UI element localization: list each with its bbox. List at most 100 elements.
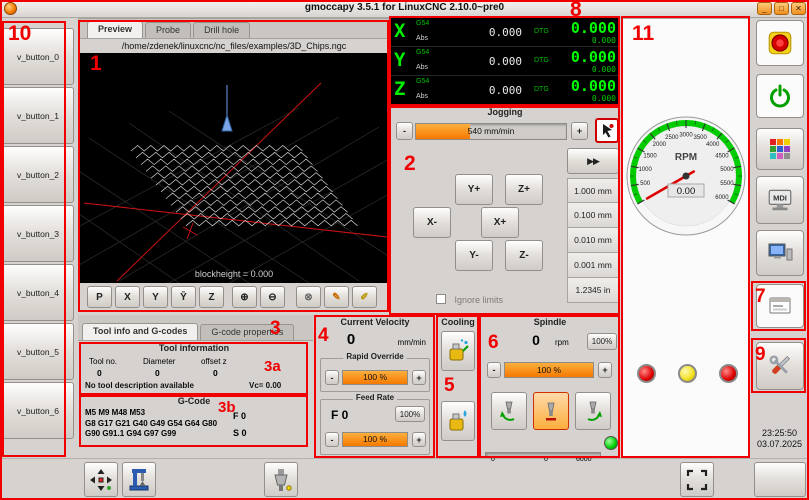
mist-coolant-icon xyxy=(446,338,470,364)
scale-current-label: 0 xyxy=(544,456,548,463)
dtg-value: 0.000 xyxy=(592,36,616,45)
scale-max-label: 6000 xyxy=(576,456,592,463)
view-y-button[interactable]: Y xyxy=(143,286,168,308)
axis-letter: Z xyxy=(394,78,405,100)
power-icon xyxy=(767,83,793,109)
feed-minus-button[interactable]: - xyxy=(325,432,339,447)
feed-plus-button[interactable]: + xyxy=(412,432,426,447)
main-value: 0.000 xyxy=(571,48,616,66)
spindle-pct-button[interactable]: 100% xyxy=(587,333,617,350)
status-led-yellow xyxy=(678,364,697,383)
coord-system-label: G54 xyxy=(416,49,429,56)
tab-preview[interactable]: Preview xyxy=(87,21,143,38)
left-button-0[interactable]: v_button_0 xyxy=(2,28,74,85)
mist-button[interactable] xyxy=(441,331,475,371)
gcode-line-1: G8 G17 G21 G40 G49 G54 G64 G80 xyxy=(85,419,217,430)
tab-gcode-properties[interactable]: G-code properties xyxy=(200,324,294,340)
view-y2-button[interactable]: Ȳ xyxy=(171,286,196,308)
rapid-override-bar[interactable]: 100 % xyxy=(342,370,408,385)
jog-increment-4[interactable]: 1.2345 in xyxy=(567,278,619,303)
bottom-spacer-button[interactable] xyxy=(754,462,806,497)
jog-increment-0[interactable]: 1.000 mm xyxy=(567,178,619,203)
vc-value: Vc= 0.00 xyxy=(249,381,281,390)
tab-probe[interactable]: Probe xyxy=(145,22,191,38)
jog-y-plus-button[interactable]: Y+ xyxy=(455,174,493,205)
ignore-limits-checkbox[interactable]: Ignore limits xyxy=(436,290,503,308)
fast-forward-icon[interactable]: ▶▶ xyxy=(567,148,619,174)
feed-rate-title: Feed Rate xyxy=(353,393,397,402)
view-p-button[interactable]: P xyxy=(87,286,112,308)
jog-x-plus-button[interactable]: X+ xyxy=(481,207,519,238)
maximize-icon[interactable]: □ xyxy=(774,2,789,15)
svg-text:2500: 2500 xyxy=(665,135,679,141)
left-button-4[interactable]: v_button_4 xyxy=(2,264,74,321)
close-icon[interactable]: ✕ xyxy=(791,2,806,15)
jog-x-minus-button[interactable]: X- xyxy=(413,207,451,238)
jog-speed-minus-button[interactable]: - xyxy=(396,122,413,140)
clear-plot-icon[interactable]: ⊗ xyxy=(296,286,321,308)
jog-mode-button[interactable] xyxy=(595,118,619,143)
edit-icon[interactable]: ✎ xyxy=(324,286,349,308)
left-button-5[interactable]: v_button_5 xyxy=(2,323,74,380)
jog-speed-bar[interactable]: 540 mm/min xyxy=(415,123,567,140)
block-height-button[interactable] xyxy=(122,462,156,497)
zoom-in-icon[interactable]: ⊕ xyxy=(232,286,257,308)
brush-icon[interactable]: ✐ xyxy=(352,286,377,308)
spindle-stop-button[interactable] xyxy=(533,392,569,430)
settings-button[interactable] xyxy=(756,342,804,390)
rapid-override-title: Rapid Override xyxy=(343,352,406,361)
dtg-label: DTG xyxy=(534,86,549,93)
rapid-plus-button[interactable]: + xyxy=(412,370,426,385)
machine-view-button[interactable] xyxy=(756,230,804,276)
preview-3d-canvas[interactable]: blockheight = 0.000 xyxy=(79,53,389,283)
jog-increment-2[interactable]: 0.010 mm xyxy=(567,228,619,253)
dro-row-x[interactable]: X G54 Abs 0.000 DTG 0.000 0.000 xyxy=(390,18,620,47)
spindle-left-button[interactable] xyxy=(491,392,527,430)
jog-increment-3[interactable]: 0.001 mm xyxy=(567,253,619,278)
jog-z-minus-button[interactable]: Z- xyxy=(505,240,543,271)
spindle-minus-button[interactable]: - xyxy=(487,362,501,378)
tab-tool-info[interactable]: Tool info and G-codes xyxy=(82,323,198,340)
increment-list: 1.000 mm0.100 mm0.010 mm0.001 mm1.2345 i… xyxy=(567,178,619,303)
user-tabs-button[interactable] xyxy=(756,128,804,170)
jog-increment-1[interactable]: 0.100 mm xyxy=(567,203,619,228)
gcode-file-path: /home/zdenek/linuxcnc/nc_files/examples/… xyxy=(79,39,389,53)
minimize-icon[interactable]: _ xyxy=(757,2,772,15)
dialog-button[interactable] xyxy=(756,284,804,328)
gmoccapy-window: gmoccapy 3.5.1 for LinuxCNC 2.10.0~pre0 … xyxy=(0,0,809,500)
left-button-6[interactable]: v_button_6 xyxy=(2,382,74,439)
spindle-at-speed-led xyxy=(604,436,618,450)
dtg-value: 0.000 xyxy=(592,65,616,74)
jog-speed-value: 540 mm/min xyxy=(416,124,566,139)
rapid-minus-button[interactable]: - xyxy=(325,370,339,385)
spindle-right-button[interactable] xyxy=(575,392,611,430)
emergency-stop-icon xyxy=(766,29,794,57)
jog-y-minus-button[interactable]: Y- xyxy=(455,240,493,271)
tool-change-button[interactable] xyxy=(264,462,298,497)
touch-off-button[interactable] xyxy=(84,462,118,497)
jog-z-plus-button[interactable]: Z+ xyxy=(505,174,543,205)
view-x-button[interactable]: X xyxy=(115,286,140,308)
view-z-button[interactable]: Z xyxy=(199,286,224,308)
feed-pct-button[interactable]: 100% xyxy=(395,406,425,422)
left-button-3[interactable]: v_button_3 xyxy=(2,205,74,262)
left-button-1[interactable]: v_button_1 xyxy=(2,87,74,144)
velocity-panel: Current Velocity 0 mm/min Rapid Override… xyxy=(315,315,435,458)
zoom-out-icon[interactable]: ⊖ xyxy=(260,286,285,308)
flood-button[interactable] xyxy=(441,401,475,441)
machine-on-button[interactable] xyxy=(756,74,804,118)
dro-row-y[interactable]: Y G54 Abs 0.000 DTG 0.000 0.000 xyxy=(390,47,620,76)
feed-rate-bar[interactable]: 100 % xyxy=(342,432,408,447)
jog-speed-plus-button[interactable]: + xyxy=(571,122,588,140)
mdi-button[interactable]: MDI xyxy=(756,176,804,224)
svg-text:4500: 4500 xyxy=(715,153,729,159)
gauge-unit-label: RPM xyxy=(675,152,697,163)
svg-text:5500: 5500 xyxy=(720,181,734,187)
spindle-override-bar[interactable]: 100 % xyxy=(504,362,594,378)
spindle-plus-button[interactable]: + xyxy=(598,362,612,378)
left-button-2[interactable]: v_button_2 xyxy=(2,146,74,203)
dro-row-z[interactable]: Z G54 Abs 0.000 DTG 0.000 0.000 xyxy=(390,76,620,105)
estop-button[interactable] xyxy=(756,20,804,66)
tab-drill-hole[interactable]: Drill hole xyxy=(193,22,250,38)
fullscreen-button[interactable] xyxy=(680,462,714,497)
